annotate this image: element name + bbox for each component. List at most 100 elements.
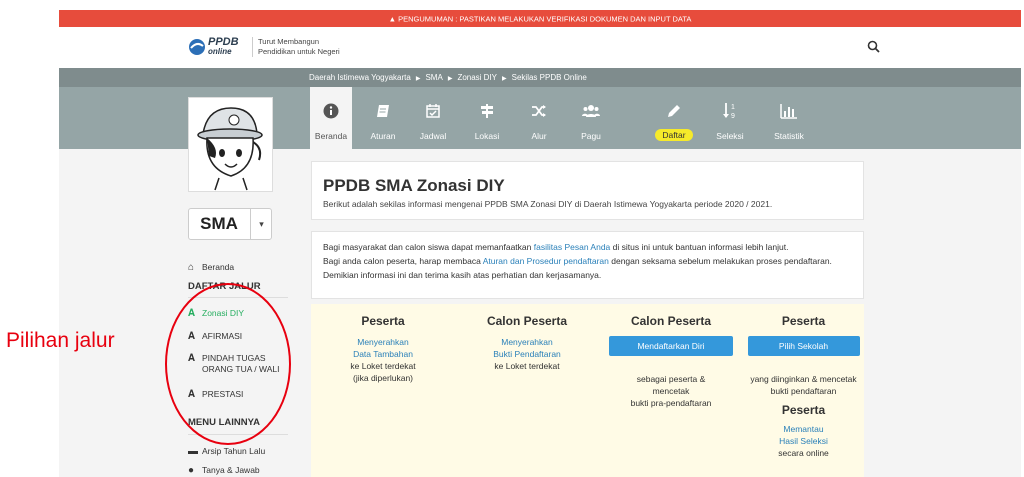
step-link[interactable]: Menyerahkan — [455, 336, 599, 348]
info-text-part: di situs ini untuk bantuan informasi leb… — [610, 242, 789, 252]
tab-label: Alur — [531, 131, 547, 141]
tab-jadwal[interactable]: Jadwal — [411, 87, 455, 149]
step-text: sebagai peserta & — [636, 374, 706, 384]
tab-label: Lokasi — [474, 131, 500, 141]
chat-icon: ● — [188, 465, 195, 476]
tab-pagu[interactable]: Pagu — [569, 87, 613, 149]
info-text: Bagi masyarakat dan calon siswa dapat me… — [323, 240, 858, 282]
warning-icon: ▲ — [388, 14, 397, 24]
tab-label: Jadwal — [419, 131, 447, 141]
info-text-part: Bagi masyarakat dan calon siswa dapat me… — [323, 242, 534, 252]
aturan-prosedur-link[interactable]: Aturan dan Prosedur pendaftaran — [483, 256, 609, 266]
step-title: Peserta — [781, 314, 826, 328]
shuffle-icon — [517, 97, 561, 123]
breadcrumb-item[interactable]: Daerah Istimewa Yogyakarta — [309, 73, 411, 82]
tab-aturan[interactable]: Aturan — [362, 87, 404, 149]
step-text: ke Loket terdekat — [494, 361, 560, 371]
sort-numeric-icon: 19 — [708, 97, 752, 123]
page-title: PPDB SMA Zonasi DIY — [323, 176, 505, 195]
step-link[interactable]: Bukti Pendaftaran — [455, 348, 599, 360]
breadcrumb-item[interactable]: SMA — [425, 73, 442, 82]
archive-icon: ▬ — [188, 446, 198, 457]
tab-daftar[interactable]: Daftar — [649, 87, 699, 149]
chevron-down-icon[interactable]: ▾ — [250, 209, 272, 239]
step-text: secara online — [778, 448, 829, 458]
step-text: ke Loket terdekat — [350, 361, 416, 371]
step-link[interactable]: Menyerahkan — [311, 336, 455, 348]
sidebar-item-arsip[interactable]: ▬ Arsip Tahun Lalu — [188, 446, 265, 457]
sidebar-item-tanya-jawab[interactable]: ● Tanya & Jawab — [188, 465, 260, 476]
step-text: yang diinginkan & mencetak — [750, 374, 857, 384]
site-header: PPDB online Turut Membangun Pendidikan u… — [59, 27, 1021, 68]
info-text-part: Bagi anda calon peserta, harap membaca — [323, 256, 483, 266]
announcement-text: PENGUMUMAN : PASTIKAN MELAKUKAN VERIFIKA… — [398, 14, 692, 24]
info-card: Bagi masyarakat dan calon siswa dapat me… — [311, 231, 864, 299]
tab-label: Statistik — [774, 131, 804, 141]
logo-text-bottom: online — [208, 47, 232, 56]
site-logo[interactable]: PPDB online — [189, 36, 248, 58]
mascot-avatar — [188, 97, 273, 192]
sidebar-item-label: Arsip Tahun Lalu — [202, 446, 266, 456]
book-icon — [362, 97, 404, 123]
tab-label: Aturan — [370, 131, 396, 141]
jenjang-value: SMA — [200, 214, 238, 233]
tab-lokasi[interactable]: Lokasi — [465, 87, 509, 149]
breadcrumb: Daerah Istimewa Yogyakarta ▶ SMA ▶ Zonasi DI… — [59, 68, 1021, 87]
pencil-icon — [649, 97, 699, 123]
calendar-check-icon — [411, 97, 455, 123]
breadcrumb-item[interactable]: Zonasi DIY — [457, 73, 497, 82]
sidebar-item-label: Tanya & Jawab — [202, 465, 260, 475]
step-text: bukti pendaftaran — [770, 386, 837, 396]
step-text: (jika diperlukan) — [353, 373, 413, 383]
home-icon: ⌂ — [188, 262, 195, 273]
page-subtitle: Berikut adalah sekilas informasi mengena… — [323, 199, 773, 209]
logo-swirl-icon — [189, 39, 205, 55]
announcement-bar: ▲ PENGUMUMAN : PASTIKAN MELAKUKAN VERIFI… — [59, 10, 1021, 27]
step-link[interactable]: Data Tambahan — [311, 348, 455, 360]
step-column: Peserta Menyerahkan Data Tambahan ke Lok… — [311, 304, 455, 477]
tab-alur[interactable]: Alur — [517, 87, 561, 149]
chevron-right-icon: ▶ — [447, 76, 453, 82]
step-text: bukti pra-pendaftaran — [630, 398, 712, 408]
tab-seleksi[interactable]: 19 Seleksi — [708, 87, 752, 149]
step-title: Calon Peserta — [486, 314, 568, 328]
tab-label: Beranda — [314, 131, 348, 141]
search-button[interactable] — [864, 37, 884, 57]
step-title: Peserta — [361, 314, 405, 328]
tab-label: Seleksi — [716, 131, 744, 141]
info-icon — [310, 97, 352, 123]
step-title: Calon Peserta — [630, 314, 712, 328]
tagline-line-2: Pendidikan untuk Negeri — [258, 47, 340, 56]
jenjang-select[interactable]: SMA ▾ — [188, 208, 272, 240]
tagline-line-1: Turut Membangun — [258, 37, 320, 46]
chevron-right-icon: ▶ — [502, 76, 507, 82]
users-icon — [569, 97, 613, 123]
step-link[interactable]: Hasil Seleksi — [743, 435, 864, 447]
mendaftarkan-diri-button[interactable]: Mendaftarkan Diri — [609, 336, 733, 356]
tab-statistik[interactable]: Statistik — [765, 87, 813, 149]
steps-panel: Peserta Menyerahkan Data Tambahan ke Lok… — [311, 304, 864, 477]
step-column: Calon Peserta Menyerahkan Bukti Pendafta… — [455, 304, 599, 477]
intro-card: PPDB SMA Zonasi DIY Berikut adalah sekil… — [311, 161, 864, 220]
pilih-sekolah-button[interactable]: Pilih Sekolah — [747, 336, 860, 356]
search-icon — [867, 40, 880, 53]
sidebar-item-label: Beranda — [202, 262, 235, 272]
pesan-anda-link[interactable]: fasilitas Pesan Anda — [534, 242, 611, 252]
svg-text:1: 1 — [731, 104, 735, 111]
breadcrumb-item[interactable]: Sekilas PPDB Online — [512, 73, 587, 82]
step-text: mencetak — [652, 386, 690, 396]
chevron-right-icon: ▶ — [415, 76, 421, 82]
tab-label: Daftar — [655, 129, 693, 141]
sidebar-item-beranda[interactable]: ⌂ Beranda — [188, 262, 234, 273]
tab-beranda[interactable]: Beranda — [310, 87, 352, 149]
annotation-label: Pilihan jalur — [6, 329, 115, 352]
step-link[interactable]: Memantau — [743, 423, 864, 435]
bar-chart-icon — [765, 97, 813, 123]
svg-text:9: 9 — [731, 113, 735, 120]
step-column: Calon Peserta Mendaftarkan Diri sebagai … — [599, 304, 743, 477]
tab-label: Pagu — [581, 131, 601, 141]
step-column: Peserta Pilih Sekolah yang diinginkan & … — [743, 304, 864, 477]
tagline: Turut Membangun Pendidikan untuk Negeri — [252, 37, 340, 57]
signpost-icon — [465, 97, 509, 123]
step-title: Peserta — [781, 403, 826, 417]
